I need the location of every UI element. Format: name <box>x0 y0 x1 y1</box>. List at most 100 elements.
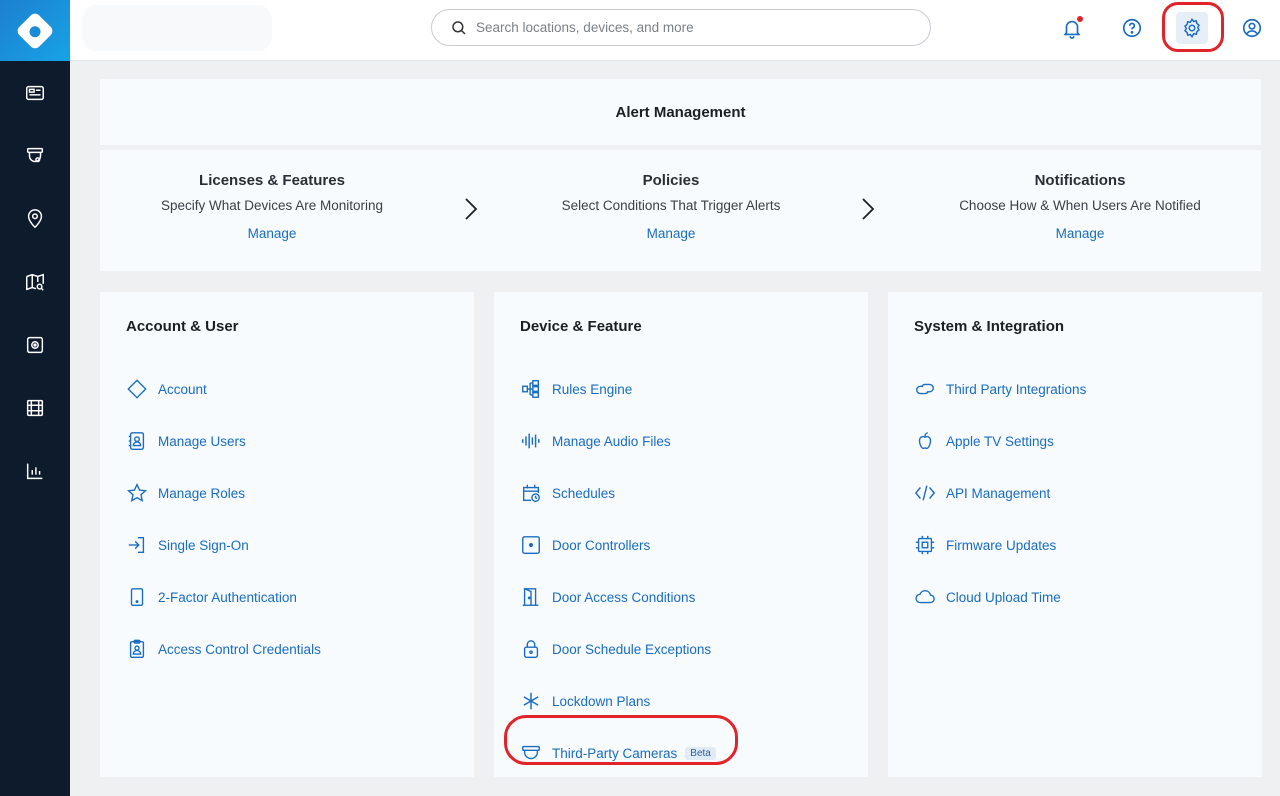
manage-licenses-link[interactable]: Manage <box>248 226 297 241</box>
side-nav <box>0 61 70 502</box>
sidebar-item-devices[interactable] <box>0 124 70 187</box>
calendar-clock-icon <box>522 484 540 502</box>
door-icon <box>522 588 539 606</box>
item-label: Apple TV Settings <box>946 433 1054 449</box>
item-label: Door Schedule Exceptions <box>552 641 712 657</box>
settings-item-manage-roles[interactable]: Manage Roles <box>126 467 321 519</box>
settings-item-door-schedule-exceptions[interactable]: Door Schedule Exceptions <box>520 623 716 675</box>
flow-icon <box>522 380 540 398</box>
step-description: Choose How & When Users Are Notified <box>959 198 1201 213</box>
notification-dot <box>1077 16 1083 22</box>
item-label: Manage Roles <box>158 485 246 501</box>
settings-item-third-party-integrations[interactable]: Third Party Integrations <box>914 363 1086 415</box>
settings-item-cloud-upload-time[interactable]: Cloud Upload Time <box>914 571 1086 623</box>
item-label: API Management <box>946 485 1051 501</box>
account-user-card: Account & User Account Manage Users Mana… <box>100 292 474 777</box>
settings-item-firmware-updates[interactable]: Firmware Updates <box>914 519 1086 571</box>
sidebar-item-analytics[interactable] <box>0 439 70 502</box>
settings-item-credentials[interactable]: Access Control Credentials <box>126 623 321 675</box>
settings-item-rules-engine[interactable]: Rules Engine <box>520 363 716 415</box>
item-label: Rules Engine <box>552 381 633 397</box>
alert-management-steps: Licenses & Features Specify What Devices… <box>100 150 1261 271</box>
item-label: Lockdown Plans <box>552 693 651 709</box>
step-title: Policies <box>642 172 700 189</box>
highlight-ring-third-party-cameras <box>504 715 738 765</box>
sidebar-item-access[interactable] <box>0 313 70 376</box>
item-label: Third Party Integrations <box>946 381 1087 397</box>
settings-item-2fa[interactable]: 2-Factor Authentication <box>126 571 321 623</box>
item-label: Door Controllers <box>552 537 651 553</box>
logo-mark-icon <box>15 10 55 51</box>
org-selector[interactable] <box>82 5 272 51</box>
manage-policies-link[interactable]: Manage <box>647 226 696 241</box>
alert-management-header: Alert Management <box>100 79 1261 145</box>
item-label: Single Sign-On <box>158 537 249 553</box>
settings-item-audio-files[interactable]: Manage Audio Files <box>520 415 716 467</box>
manage-notifications-link[interactable]: Manage <box>1056 226 1105 241</box>
search-bar[interactable] <box>431 9 931 46</box>
top-bar <box>70 0 1280 61</box>
settings-item-apple-tv[interactable]: Apple TV Settings <box>914 415 1086 467</box>
map-pin-icon <box>27 208 43 228</box>
step-description: Select Conditions That Trigger Alerts <box>561 198 781 213</box>
item-label: Firmware Updates <box>946 537 1057 553</box>
settings-item-door-controllers[interactable]: Door Controllers <box>520 519 716 571</box>
search-input[interactable] <box>476 20 896 35</box>
settings-item-schedules[interactable]: Schedules <box>520 467 716 519</box>
access-control-icon <box>26 336 44 353</box>
sidebar-item-map-search[interactable] <box>0 250 70 313</box>
settings-item-door-access-conditions[interactable]: Door Access Conditions <box>520 571 716 623</box>
item-label: Access Control Credentials <box>158 641 321 657</box>
settings-list: Account Manage Users Manage Roles Single… <box>126 363 321 675</box>
notifications-button[interactable] <box>1056 12 1088 44</box>
sidebar-item-video[interactable] <box>0 376 70 439</box>
step-title: Notifications <box>1034 172 1126 189</box>
alert-management-title: Alert Management <box>615 103 746 121</box>
item-label: Door Access Conditions <box>552 589 696 605</box>
camera-icon <box>26 147 44 162</box>
chevron-right-icon <box>465 198 478 220</box>
apple-icon <box>918 432 932 450</box>
profile-button[interactable] <box>1236 12 1268 44</box>
chip-icon <box>915 535 935 555</box>
item-label: 2-Factor Authentication <box>158 589 297 605</box>
step-policies: Policies Select Conditions That Trigger … <box>521 172 821 243</box>
device-feature-card: Device & Feature Rules Engine Manage Aud… <box>494 292 868 777</box>
settings-item-manage-users[interactable]: Manage Users <box>126 415 321 467</box>
bar-chart-icon <box>26 463 43 479</box>
users-book-icon <box>128 432 145 450</box>
search-icon <box>452 20 466 35</box>
user-icon <box>1242 18 1262 38</box>
badge-icon <box>129 639 145 658</box>
logo[interactable] <box>0 0 70 61</box>
controller-icon <box>522 536 540 554</box>
item-label: Cloud Upload Time <box>946 589 1061 605</box>
item-label: Schedules <box>552 485 616 501</box>
sidebar <box>0 0 70 796</box>
cloud-icon <box>915 590 935 604</box>
dashboard-icon <box>26 85 44 100</box>
settings-list: Third Party Integrations Apple TV Settin… <box>914 363 1086 623</box>
map-search-icon <box>26 273 44 291</box>
card-title: Account & User <box>126 318 239 335</box>
sidebar-item-locations[interactable] <box>0 187 70 250</box>
item-label: Manage Users <box>158 433 246 449</box>
settings-item-api-management[interactable]: API Management <box>914 467 1086 519</box>
help-button[interactable] <box>1116 12 1148 44</box>
step-notifications: Notifications Choose How & When Users Ar… <box>930 172 1230 243</box>
sidebar-item-dashboard[interactable] <box>0 61 70 124</box>
link-icon <box>916 383 934 395</box>
card-title: Device & Feature <box>520 318 642 335</box>
code-icon <box>914 485 936 501</box>
item-label: Account <box>158 381 207 397</box>
step-title: Licenses & Features <box>199 172 345 189</box>
asterisk-icon <box>523 692 539 710</box>
chevron-right-icon <box>862 198 875 220</box>
waveform-icon <box>522 433 540 449</box>
settings-item-sso[interactable]: Single Sign-On <box>126 519 321 571</box>
film-icon <box>26 399 44 416</box>
tablet-icon <box>130 588 144 606</box>
settings-item-account[interactable]: Account <box>126 363 321 415</box>
card-title: System & Integration <box>914 318 1065 335</box>
item-label: Manage Audio Files <box>552 433 671 449</box>
